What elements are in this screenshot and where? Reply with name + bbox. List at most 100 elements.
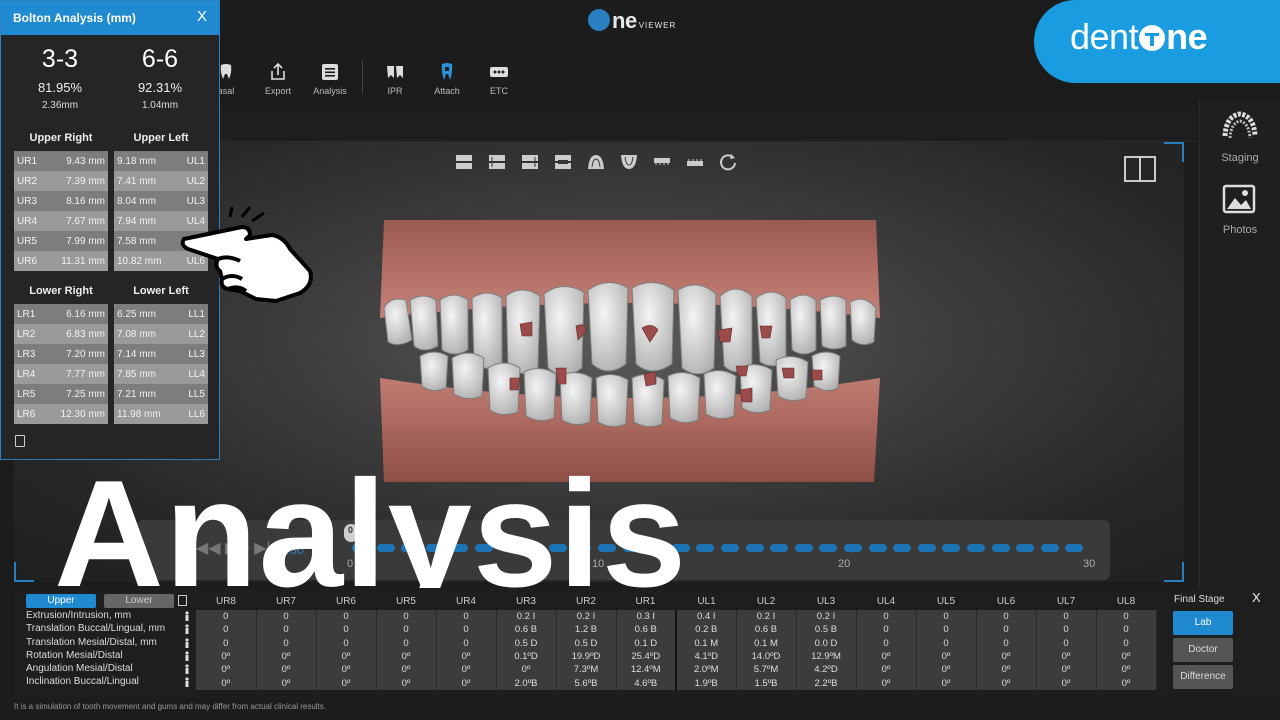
dental-model-3d[interactable] [380, 218, 880, 484]
upper-right-table: UR1 9.43 mm UR2 7.39 mm UR3 8.16 mm UR4 7.67 mm… [14, 151, 108, 271]
movement-cell: 12.4ºM [616, 663, 677, 677]
movement-cell: 0 [1036, 610, 1097, 624]
movement-row: 0º 0º 0º 0º 0º 2.0ºB 5.6ºB 4.6ºB 1.9ºB 1.5ºB 2.2ºB… [196, 676, 1157, 690]
lab-stage-button[interactable]: Lab [1173, 611, 1233, 635]
stage-dot[interactable] [991, 544, 1010, 552]
photos-button[interactable]: Photos [1200, 180, 1280, 236]
stage-dot[interactable] [844, 544, 862, 552]
ratio-percent: 92.31% [137, 80, 183, 95]
quadrant-cell: UR4 [17, 215, 38, 227]
movement-cell: 0º [436, 663, 497, 677]
movement-cell: 19.9ºD [556, 649, 617, 664]
movement-cell: 0 [316, 610, 377, 624]
movement-row: 0º 0º 0º 0º 0º 0º 7.3ºM 12.4ºM 2.0ºM 5.7ºM 4.2ºD 0º… [196, 663, 1157, 677]
movement-cell: 0º [1036, 649, 1097, 664]
movement-cell: 0.2 I [496, 610, 557, 624]
tool-export[interactable]: Export [252, 60, 304, 100]
movement-cell: 4.1ºD [676, 649, 737, 664]
movement-cell: 5.6ºB [556, 676, 617, 690]
movement-cell: 0.6 B [616, 623, 677, 637]
reset-view-icon[interactable] [718, 152, 738, 172]
left-view-icon[interactable] [487, 152, 507, 172]
tooth-column-header: UL6 [996, 595, 1016, 607]
quadrant-row: UR2 7.39 mm [14, 171, 108, 191]
quadrant-row: LR6 12.30 mm [14, 404, 108, 424]
stage-dot[interactable] [770, 544, 789, 552]
right-view-icon[interactable] [520, 152, 540, 172]
quadrant-row: 7.85 mm LL4 [114, 364, 208, 384]
copy-icon[interactable] [15, 435, 25, 447]
tooth-column-header: UR1 [635, 595, 656, 607]
stage-dot[interactable] [819, 544, 838, 552]
extrusion-icon [185, 611, 189, 621]
ratio-discrepancy: 2.36mm [41, 100, 79, 111]
viewport-corner [1164, 142, 1184, 162]
copy-table-icon[interactable] [178, 595, 187, 606]
movement-cell: 0º [1096, 663, 1157, 677]
stage-dot[interactable] [868, 544, 887, 552]
stage-dot[interactable] [967, 544, 985, 552]
split-view-icon[interactable] [1124, 156, 1156, 182]
row-label-text: Extrusion/Intrusion, mm [26, 610, 132, 621]
front-view-icon[interactable] [454, 152, 474, 172]
movement-cell: 0 [1036, 623, 1097, 637]
stage-dot[interactable] [942, 544, 961, 552]
movement-cell: 0º [916, 663, 977, 677]
tool-analysis[interactable]: Analysis [304, 60, 356, 100]
ratio-label: 6-6 [141, 45, 179, 73]
quadrant-cell: LL4 [188, 368, 205, 380]
movement-cell: 0º [376, 663, 437, 677]
quadrant-cell: LL6 [188, 408, 205, 420]
tool-ipr[interactable]: IPR [369, 60, 421, 100]
movement-cell: 0º [196, 663, 257, 677]
tooth-column-header: UL2 [756, 595, 776, 607]
movement-cell: 0.2 I [796, 610, 857, 624]
quadrant-cell: LL3 [188, 348, 205, 360]
tool-attach[interactable]: Attach [421, 60, 473, 100]
movement-cell: 0º [256, 676, 317, 690]
upper-jaw-button[interactable]: Upper [26, 594, 96, 608]
movement-cell: 0º [1036, 663, 1097, 677]
movement-close-button[interactable]: X [1252, 590, 1261, 605]
upper-only-icon[interactable] [652, 152, 672, 172]
viewport-corner [14, 562, 34, 582]
staging-button[interactable]: Staging [1200, 108, 1280, 164]
one-mark-icon [588, 9, 610, 31]
stage-dot[interactable] [794, 544, 813, 552]
upper-occlusal-icon[interactable] [586, 152, 606, 172]
quadrant-cell: 7.21 mm [117, 388, 156, 400]
stage-dot[interactable] [1016, 544, 1035, 552]
stage-dot[interactable] [1065, 544, 1084, 552]
movement-cell: 0 [1096, 610, 1157, 624]
movement-cell: 0 [856, 610, 917, 624]
quadrant-cell: LL2 [188, 328, 205, 340]
tooth-column-header: UR4 [455, 595, 476, 607]
tool-etc[interactable]: ETC [473, 60, 525, 100]
movement-cell: 0º [316, 649, 377, 664]
quadrant-cell: 11.31 mm [61, 255, 105, 267]
stage-dot[interactable] [893, 544, 912, 552]
movement-cell: 0 [436, 623, 497, 637]
timeline-tick: 30 [1083, 558, 1096, 570]
movement-cell: 0º [976, 663, 1037, 677]
bolton-close-button[interactable]: X [197, 8, 207, 25]
row-label-text: Inclination Buccal/Lingual [26, 676, 139, 688]
stage-dot[interactable] [745, 544, 764, 552]
stage-dot[interactable] [1040, 544, 1059, 552]
stage-dot[interactable] [917, 544, 936, 552]
lower-only-icon[interactable] [685, 152, 705, 172]
lower-jaw-button[interactable]: Lower [104, 594, 174, 608]
back-view-icon[interactable] [553, 152, 573, 172]
movement-row-label: Translation Mesial/Distal, mm [26, 637, 196, 650]
movement-cell: 0.6 B [736, 623, 797, 637]
doctor-stage-button[interactable]: Doctor [1173, 638, 1233, 662]
stage-dot[interactable] [696, 544, 715, 552]
lower-occlusal-icon[interactable] [619, 152, 639, 172]
quadrant-cell: LL5 [188, 388, 205, 400]
quadrant-cell: 6.16 mm [66, 308, 105, 320]
movement-cell: 0.2 I [556, 610, 617, 624]
stage-dot[interactable] [721, 544, 739, 552]
quadrant-cell: UR5 [17, 235, 38, 247]
movement-cell: 0 [376, 610, 437, 624]
difference-stage-button[interactable]: Difference [1173, 665, 1233, 689]
